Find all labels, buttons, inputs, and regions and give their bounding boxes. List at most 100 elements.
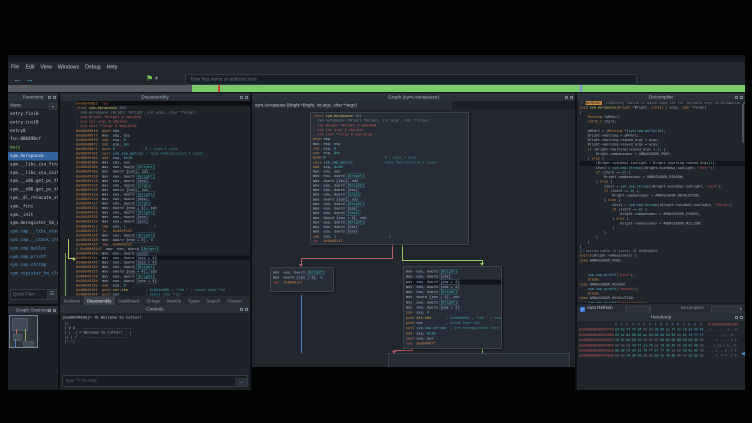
- tab-classes[interactable]: Classes: [224, 297, 246, 306]
- float-icon[interactable]: [735, 96, 738, 99]
- function-item[interactable]: sym._fini: [8, 202, 58, 210]
- float-icon[interactable]: [48, 96, 51, 99]
- graph-tabstrip: sym.Aeropause (Bright *Bright, int argc,…: [252, 101, 575, 109]
- auto-refresh-checkbox[interactable]: ✓: [580, 307, 585, 312]
- function-item[interactable]: entry0: [8, 127, 58, 135]
- decompiler-code-tail[interactable]: sym.imp.printf("pure"); break;case AMBAS…: [577, 273, 745, 303]
- decompiler-scrollbar[interactable]: [742, 103, 744, 143]
- console-prompt-line: [0x080490b0]> ?E Welcome to Cutter!: [62, 315, 248, 320]
- column-sort-icon[interactable]: ▾: [49, 103, 57, 110]
- back-icon[interactable]: ←: [13, 74, 22, 84]
- graph-node-code: mov eax, dword [Bright]mov eax, dword [e…: [406, 269, 501, 348]
- function-item[interactable]: entry.init0: [8, 118, 58, 126]
- function-item[interactable]: sym.deregister_tm_clones: [8, 219, 58, 227]
- filter-options-icon[interactable]: ☰: [47, 289, 57, 300]
- function-item[interactable]: sym.__x86.get_pc_thunk.bx: [8, 186, 58, 194]
- tab-sections[interactable]: Sections: [60, 297, 83, 306]
- disassembly-title: Disassembly: [60, 93, 250, 101]
- menu-edit[interactable]: Edit: [22, 62, 37, 72]
- function-item[interactable]: entry.fini0: [8, 110, 58, 118]
- function-item[interactable]: sym._dl_relocate_static_pie: [8, 194, 58, 202]
- function-item[interactable]: fcn.080490cf: [8, 135, 58, 143]
- function-item[interactable]: sym.__libc_csu_fini: [8, 160, 58, 168]
- quick-filter-placeholder: Quick Filter: [11, 290, 50, 299]
- disassembly-listing[interactable]: 0x080490b5 ret(fcn) sym.Aeropause 364 sy…: [60, 101, 250, 296]
- jump-arrowhead: [73, 257, 76, 261]
- code-line[interactable]: jmp 0x80491a7: [273, 280, 333, 285]
- graph-node-clipped[interactable]: [388, 353, 570, 367]
- code-line[interactable]: ja 0x8049147: [313, 239, 468, 244]
- decompiler-code[interactable]: // WARNING: [r2ghidra] Failed to match t…: [577, 101, 745, 263]
- decompiler-dock-icons: [735, 96, 743, 99]
- tab-disassembly[interactable]: Disassembly: [83, 297, 114, 306]
- menu-debug[interactable]: Debug: [82, 62, 103, 72]
- function-item[interactable]: sym.__libc_csu_init: [8, 169, 58, 177]
- forward-icon[interactable]: →: [25, 74, 34, 84]
- close-icon[interactable]: [740, 96, 743, 99]
- menu-help[interactable]: Help: [104, 62, 121, 72]
- function-item[interactable]: sym.__x86.get_pc_thunk.bp: [8, 177, 58, 185]
- jump-arrow-line: [65, 253, 66, 296]
- edge-true: [402, 260, 483, 261]
- function-item[interactable]: sym.Aeropause: [8, 152, 58, 160]
- graph-node-false-branch[interactable]: mov eax, dword [Bright]mov dword [eax + …: [270, 267, 334, 292]
- float-icon[interactable]: [240, 308, 243, 311]
- tab-search[interactable]: Search: [203, 297, 224, 306]
- graph-dock-icons: [565, 96, 573, 99]
- menu-view[interactable]: View: [38, 62, 55, 72]
- console-input[interactable]: Type "?" for help: [62, 375, 248, 387]
- code-line[interactable]: case AMBASSADOR_PURE:: [580, 258, 746, 263]
- function-item[interactable]: sym.register_tm_clones: [8, 270, 58, 278]
- function-item[interactable]: sym.imp.strcmp: [8, 261, 58, 269]
- function-item[interactable]: sym.imp.__stack_chk_fail: [8, 236, 58, 244]
- close-icon[interactable]: [245, 96, 248, 99]
- function-item[interactable]: main: [8, 144, 58, 152]
- quick-filter-input[interactable]: Quick Filter: [10, 289, 50, 300]
- float-icon[interactable]: [565, 96, 568, 99]
- function-item[interactable]: sym.imp.__libc_start_main: [8, 228, 58, 236]
- graph-node-true-branch[interactable]: mov eax, dword [Bright]mov eax, dword [e…: [403, 266, 502, 349]
- close-icon[interactable]: [740, 316, 743, 319]
- functions-list: entry.fini0entry.init0entry0fcn.080490cf…: [8, 110, 58, 280]
- minimap-viewport[interactable]: [9, 315, 38, 348]
- hexdump-row[interactable]: 0x0000000000045840000014d6450000507e4600…: [579, 353, 741, 358]
- seekbar[interactable]: [8, 85, 745, 92]
- close-icon[interactable]: [245, 308, 248, 311]
- console-title: Console: [60, 305, 250, 313]
- graph-canvas[interactable]: (fcn) sym.Aeropause 364 sym.Aeropause (B…: [252, 109, 575, 367]
- disassembly-panel-header: Disassembly: [60, 93, 250, 101]
- menu-windows[interactable]: Windows: [55, 62, 82, 72]
- float-icon[interactable]: [240, 96, 243, 99]
- graph-node-entry[interactable]: (fcn) sym.Aeropause 364 sym.Aeropause (B…: [310, 112, 469, 245]
- function-item[interactable]: sym.imp.malloc: [8, 244, 58, 252]
- function-item[interactable]: sym._init: [8, 211, 58, 219]
- close-icon[interactable]: [570, 96, 573, 99]
- overview-minimap[interactable]: [8, 314, 58, 390]
- menu-file[interactable]: File: [8, 62, 22, 72]
- float-icon[interactable]: [48, 309, 51, 312]
- close-icon[interactable]: [53, 309, 56, 312]
- seekbar-section-marker: [580, 85, 582, 92]
- hexdump-title: Hexdump: [577, 313, 745, 321]
- graph-node-code: (fcn) sym.Aeropause 364 sym.Aeropause (B…: [313, 114, 468, 244]
- flag-icon[interactable]: ⚑: [146, 74, 153, 83]
- tab-imports[interactable]: Imports: [163, 297, 184, 306]
- decompiler-panel: Decompiler // WARNING: [r2ghidra] Failed…: [577, 93, 745, 273]
- tab-types[interactable]: Types: [185, 297, 203, 306]
- decompiler-header: Decompiler: [577, 93, 745, 101]
- close-icon[interactable]: [53, 96, 56, 99]
- console-send-icon[interactable]: →: [235, 378, 247, 386]
- code-line[interactable]: jne 0x80490ff: [406, 341, 501, 346]
- graph-tab[interactable]: sym.Aeropause (Bright *Bright, int argc,…: [252, 101, 452, 109]
- function-item[interactable]: sym.imp.printf: [8, 253, 58, 261]
- console-input-placeholder: Type "?" for help: [63, 376, 248, 386]
- tab-strings[interactable]: Strings: [143, 297, 163, 306]
- tab-dashboard[interactable]: Dashboard: [115, 297, 143, 306]
- functions-dock-icons: [48, 96, 56, 99]
- flag-dropdown-icon[interactable]: ▾: [155, 75, 158, 82]
- search-input[interactable]: Type flag name or address here: [185, 74, 637, 85]
- float-icon[interactable]: [735, 316, 738, 319]
- scroll-left-icon[interactable]: ◀: [741, 351, 745, 357]
- hexdump-grid[interactable]: 0123456789ABCDEF0123456789ABCDEF0x000000…: [579, 322, 741, 390]
- window-titlebar[interactable]: [8, 55, 745, 62]
